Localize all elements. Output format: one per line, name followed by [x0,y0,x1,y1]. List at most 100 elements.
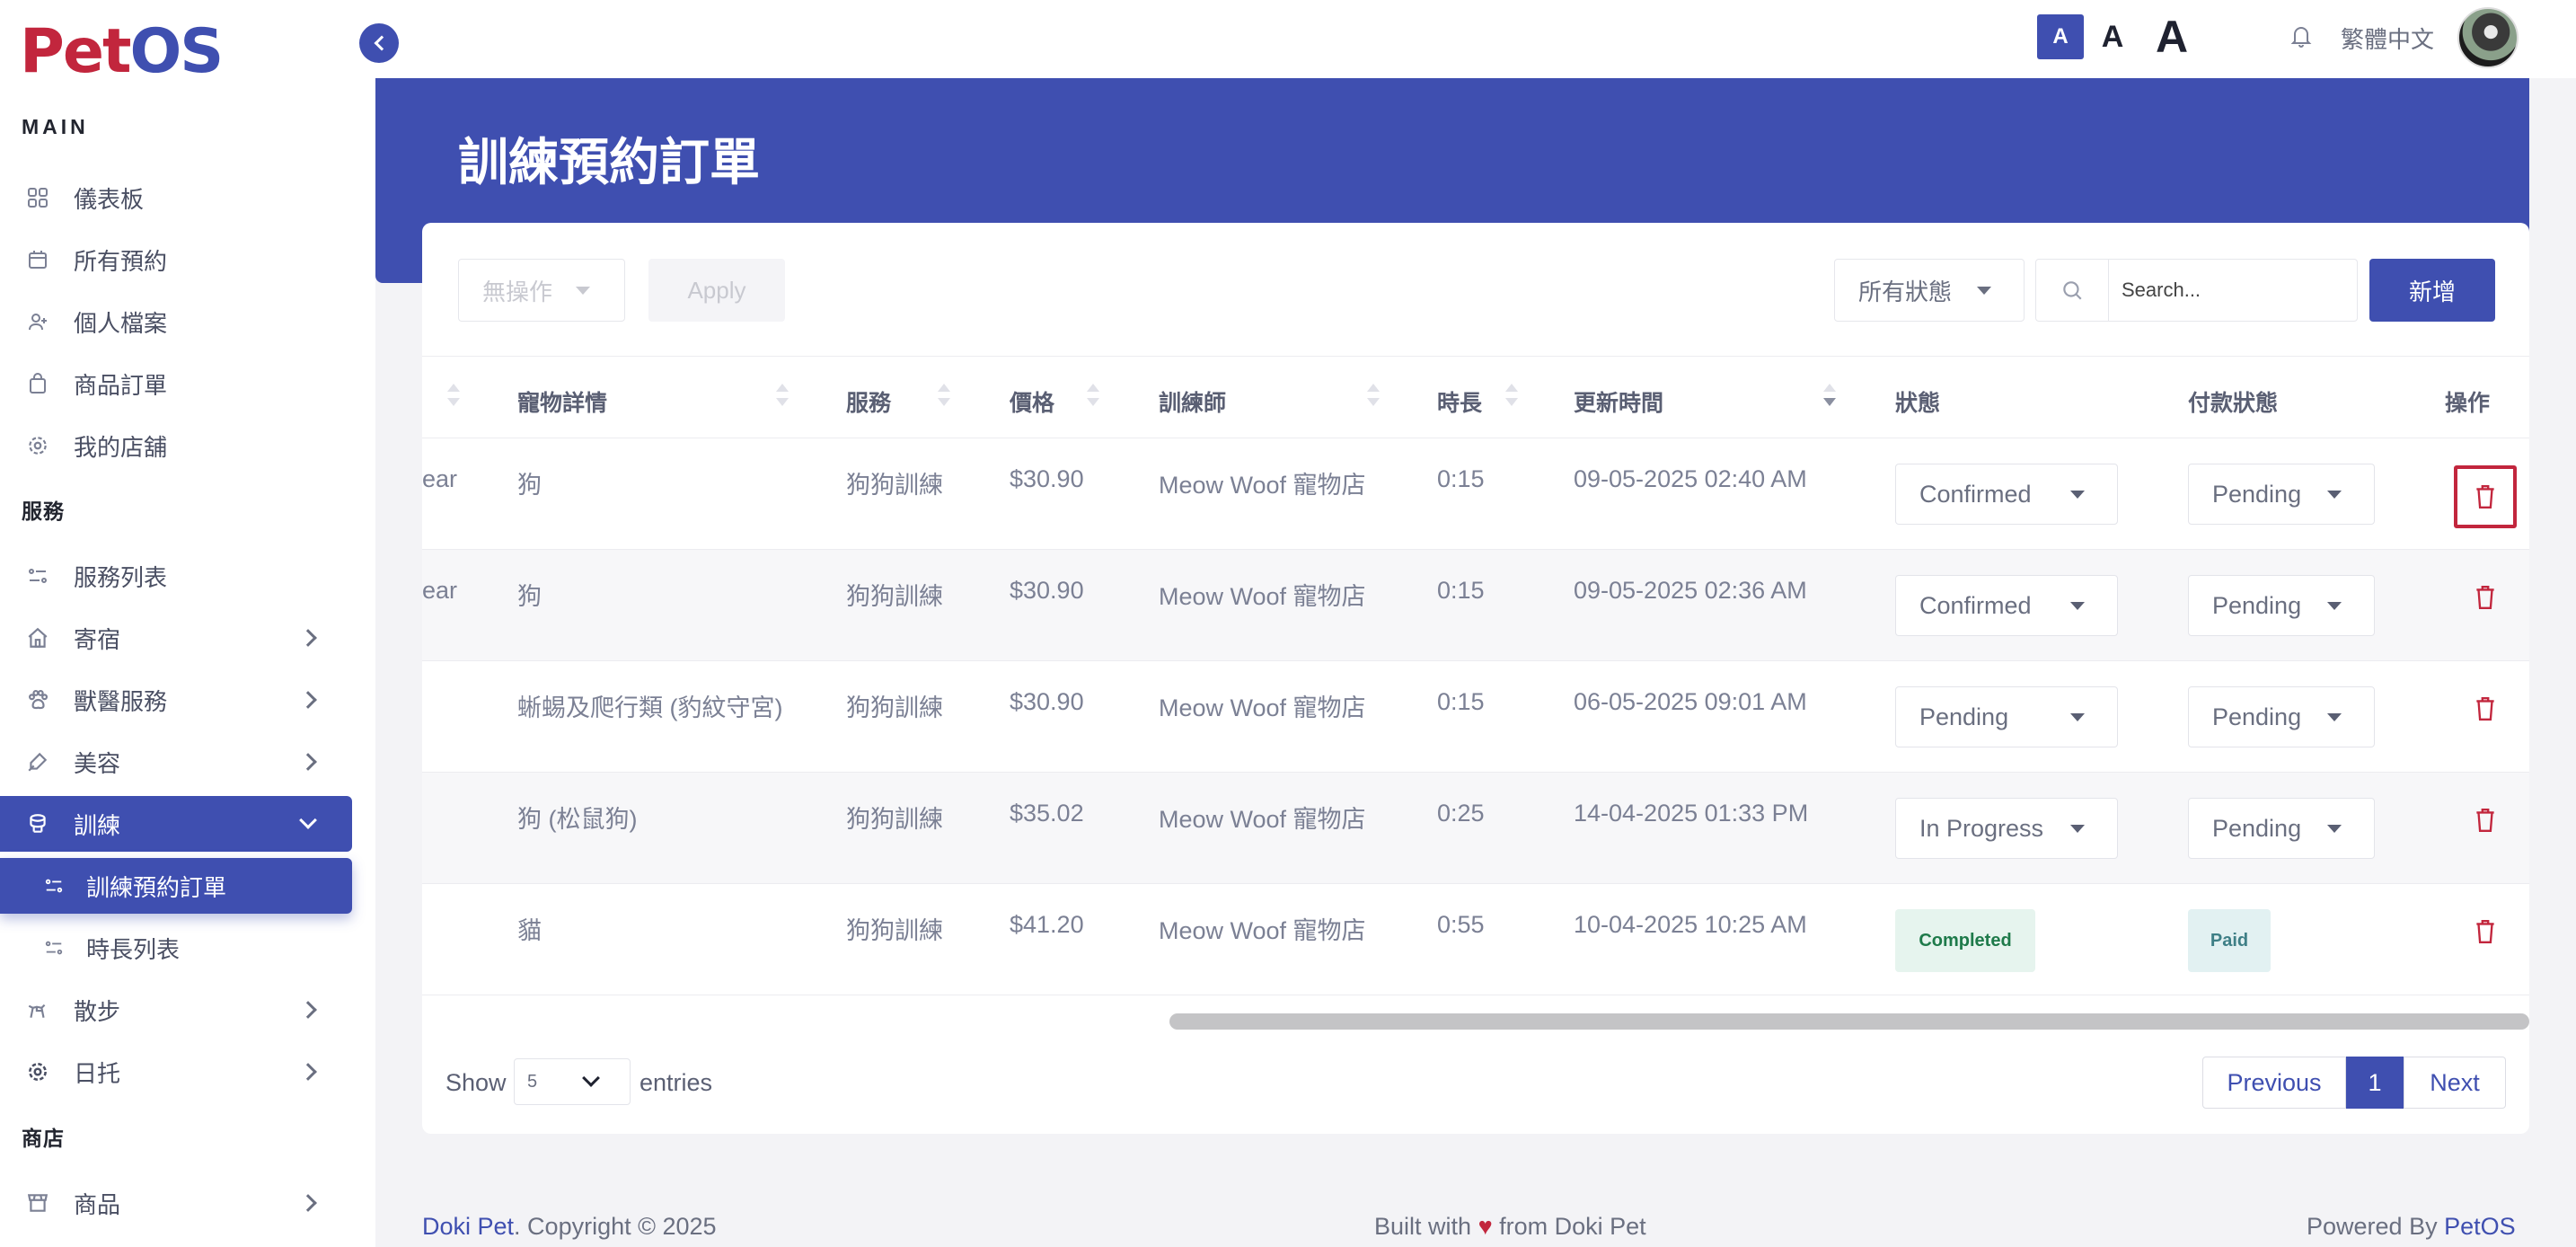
sidebar-item-label: 商品訂單 [74,371,168,399]
sidebar-item-dashboard[interactable]: 儀表板 [0,170,352,226]
delete-button[interactable] [2454,465,2517,528]
table-header: 寵物詳情 服務 價格 訓練師 時長 更新時間 狀態 付款狀態 操作 [422,356,2529,438]
cell-pet: 貓 [517,917,542,944]
sidebar-collapse-button[interactable] [359,23,399,63]
table-row: ear 狗 狗狗訓練 $30.90 Meow Woof 寵物店 0:15 09-… [422,550,2529,661]
logo[interactable]: PetOS [20,16,224,87]
page-1-button[interactable]: 1 [2346,1057,2404,1109]
sidebar-item-my-shop[interactable]: 我的店舖 [0,418,352,473]
cell-price: $30.90 [1010,465,1084,492]
sidebar-item-all-bookings[interactable]: 所有預約 [0,232,352,287]
sidebar-item-daycare[interactable]: 日托 [0,1044,352,1100]
search-input[interactable] [2108,259,2358,322]
delete-button[interactable] [2454,900,2517,963]
cell-updated: 09-05-2025 02:40 AM [1574,465,1807,492]
sidebar-item-duration-list[interactable]: 時長列表 [0,920,352,976]
payment-select[interactable]: Pending [2188,575,2375,636]
sort-icon[interactable] [776,384,789,411]
status-select[interactable]: Confirmed [1895,575,2118,636]
sort-icon[interactable] [938,384,950,411]
sidebar: PetOS MAIN 儀表板 所有預約 個人檔案 商品訂單 我的店舖 服務 服務… [0,0,375,1247]
col-actions: 操作 [2445,391,2491,416]
previous-page-button[interactable]: Previous [2202,1057,2346,1109]
cell-service: 狗狗訓練 [846,694,943,721]
delete-button[interactable] [2454,566,2517,629]
payment-select[interactable]: Pending [2188,798,2375,859]
show-label: Show [446,1069,507,1096]
col-updated[interactable]: 更新時間 [1574,385,1663,418]
payment-badge: Paid [2188,909,2271,972]
caret-down-icon [2327,490,2342,499]
sidebar-item-profile[interactable]: 個人檔案 [0,294,352,349]
entries-label: entries [640,1069,713,1096]
footer-petos-link[interactable]: PetOS [2444,1213,2516,1240]
sort-desc-icon[interactable] [1823,384,1836,411]
apply-button[interactable]: Apply [648,259,785,322]
calendar-icon [25,247,50,272]
col-trainer[interactable]: 訓練師 [1159,385,1226,418]
cell-price: $30.90 [1010,577,1084,604]
horizontal-scrollbar[interactable] [1169,1013,2529,1030]
sidebar-item-label: 訓練預約訂單 [86,873,227,901]
page-size-select[interactable]: 5 [514,1058,631,1105]
cell-trainer: Meow Woof 寵物店 [1159,583,1366,610]
col-status: 狀態 [1895,391,1941,416]
sidebar-item-products[interactable]: 商品 [0,1175,352,1231]
delete-button[interactable] [2454,789,2517,852]
delete-button[interactable] [2454,677,2517,740]
sidebar-item-service-list[interactable]: 服務列表 [0,548,352,604]
col-duration[interactable]: 時長 [1437,385,1482,418]
sidebar-item-label: 個人檔案 [74,309,168,337]
font-size-large-button[interactable]: A [2147,12,2197,62]
sidebar-item-walking[interactable]: 散步 [0,982,352,1038]
chevron-right-icon [299,753,317,771]
footer-powered-by: Powered By PetOS [2307,1213,2516,1240]
sort-icon[interactable] [1367,384,1380,411]
status-select[interactable]: Pending [1895,686,2118,747]
section-shop-label: 商店 [22,1127,65,1150]
status-select[interactable]: In Progress [1895,798,2118,859]
sidebar-item-training-orders[interactable]: 訓練預約訂單 [0,858,352,914]
caret-down-icon [1977,286,1991,295]
chevron-right-icon [299,1001,317,1019]
next-page-button[interactable]: Next [2404,1057,2506,1109]
sort-icon[interactable] [1505,384,1518,411]
page-title: 訓練預約訂單 [458,134,760,190]
payment-select[interactable]: Pending [2188,464,2375,525]
status-filter-select[interactable]: 所有狀態 [1834,259,2025,322]
sidebar-item-vet-services[interactable]: 獸醫服務 [0,672,352,728]
sort-icon[interactable] [447,384,460,411]
font-size-medium-button[interactable]: A [2091,14,2134,59]
sidebar-item-training[interactable]: 訓練 [0,796,352,852]
sort-icon[interactable] [1087,384,1099,411]
add-button[interactable]: 新增 [2369,259,2495,322]
sidebar-item-label: 訓練 [74,811,121,839]
cell-trainer: Meow Woof 寵物店 [1159,472,1366,499]
payment-select[interactable]: Pending [2188,686,2375,747]
cell-service: 狗狗訓練 [846,917,943,944]
avatar[interactable] [2457,7,2519,68]
footer-brand-link[interactable]: Doki Pet [422,1213,514,1240]
bulk-action-select[interactable]: 無操作 [458,259,625,322]
language-selector[interactable]: 繁體中文 [2341,22,2434,55]
caret-down-icon [576,286,590,295]
cell-clipped: ear [422,465,458,492]
sidebar-item-label: 商品 [74,1190,121,1218]
cell-pet: 狗 (松鼠狗) [517,806,638,833]
cell-price: $35.02 [1010,800,1084,827]
font-size-small-button[interactable]: A [2037,14,2084,59]
cell-updated: 06-05-2025 09:01 AM [1574,688,1807,715]
col-pet-details[interactable]: 寵物詳情 [517,385,607,418]
sidebar-item-label: 儀表板 [74,185,145,213]
sidebar-item-grooming[interactable]: 美容 [0,734,352,790]
cell-updated: 14-04-2025 01:33 PM [1574,800,1809,827]
sidebar-item-label: 所有預約 [74,247,168,275]
bell-icon[interactable] [2290,23,2312,50]
search-icon [2035,259,2109,322]
sidebar-item-boarding[interactable]: 寄宿 [0,610,352,666]
col-price[interactable]: 價格 [1010,385,1054,418]
caret-down-icon [2327,601,2342,610]
col-service[interactable]: 服務 [846,385,891,418]
status-select[interactable]: Confirmed [1895,464,2118,525]
sidebar-item-product-orders[interactable]: 商品訂單 [0,356,352,411]
